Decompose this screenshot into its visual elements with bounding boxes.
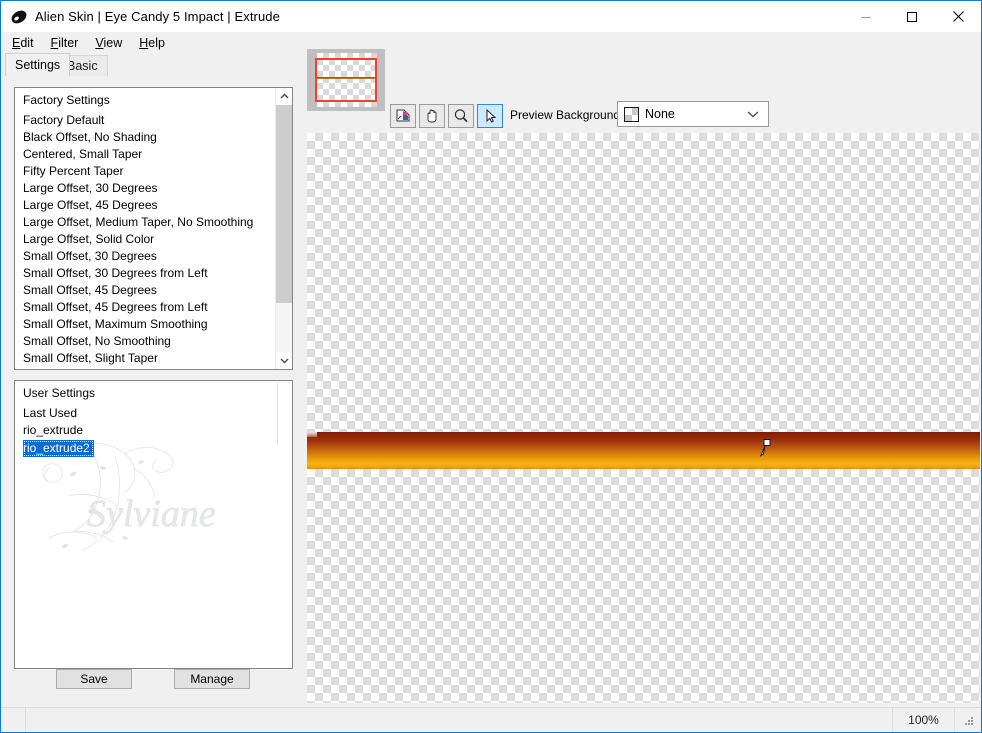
status-zoom-level: 100% [893, 707, 955, 732]
list-item-selected[interactable]: rio_extrude2 [23, 440, 94, 457]
navigator-thumbnail[interactable] [307, 49, 385, 111]
list-item[interactable]: Small Offset, 45 Degrees from Left [15, 299, 275, 316]
scrollbar-thumb[interactable] [276, 105, 292, 303]
list-item[interactable]: Small Offset, No Smoothing [15, 333, 275, 350]
plugin-dialog-window: Alien Skin | Eye Candy 5 Impact | Extrud… [0, 0, 982, 733]
menu-item-help[interactable]: Help [135, 34, 174, 52]
preview-background-label: Preview Background: [510, 108, 624, 122]
preview-canvas[interactable] [307, 133, 980, 703]
menu-item-edit[interactable]: Edit [8, 34, 43, 52]
extruded-bar-image [307, 432, 980, 469]
list-item[interactable]: Small Offset, 30 Degrees [15, 248, 275, 265]
list-item[interactable]: Large Offset, 30 Degrees [15, 180, 275, 197]
window-title: Alien Skin | Eye Candy 5 Impact | Extrud… [35, 9, 280, 24]
tab-settings[interactable]: Settings [5, 53, 71, 76]
list-item[interactable]: Large Offset, 45 Degrees [15, 197, 275, 214]
settings-panel: Factory Settings Factory Default Black O… [1, 75, 305, 709]
eyedropper-cursor-icon [759, 439, 775, 457]
list-item[interactable]: Small Offset, Slight Taper [15, 350, 275, 367]
menu-item-view[interactable]: View [91, 34, 131, 52]
status-left-pane [1, 707, 26, 732]
status-message [26, 707, 893, 732]
list-item[interactable]: Small Offset, 45 Degrees [15, 282, 275, 299]
preview-background-value: None [645, 107, 675, 121]
list-item[interactable]: Small Offset, 30 Degrees from Left [15, 265, 275, 282]
user-settings-header: User Settings [23, 386, 96, 400]
chevron-down-icon[interactable] [276, 352, 292, 369]
window-controls [843, 1, 981, 32]
watermark-text: Sylviane [87, 493, 216, 535]
chevron-down-icon[interactable] [747, 110, 759, 118]
preview-background-select[interactable]: None [617, 101, 769, 127]
maximize-icon[interactable] [889, 1, 935, 32]
close-icon[interactable] [935, 1, 981, 32]
list-item[interactable]: Last Used [15, 405, 292, 422]
preview-panel: Preview Background: None [305, 41, 981, 709]
list-item[interactable]: Large Offset, Solid Color [15, 231, 275, 248]
factory-settings-header: Factory Settings [23, 93, 110, 107]
factory-settings-list[interactable]: Factory Settings Factory Default Black O… [14, 87, 293, 370]
alien-skin-logo-icon [10, 8, 28, 26]
list-item[interactable]: Large Offset, Medium Taper, No Smoothing [15, 214, 275, 231]
user-settings-list[interactable]: Sylviane User Settings Last Used rio_ext… [14, 380, 293, 669]
hand-pan-icon[interactable] [419, 104, 445, 128]
color-picker-icon[interactable] [390, 104, 416, 128]
minimize-icon[interactable] [843, 1, 889, 32]
list-item[interactable]: Small Offset, Maximum Smoothing [15, 316, 275, 333]
list-item[interactable]: rio_extrude [15, 422, 292, 439]
list-item[interactable]: Black Offset, No Shading [15, 129, 275, 146]
checker-swatch-icon [624, 106, 639, 122]
bar-bevel-highlight [307, 432, 317, 437]
arrow-pointer-icon[interactable] [477, 104, 503, 128]
preview-toolbar [390, 104, 506, 128]
resize-grip-icon[interactable] [955, 708, 981, 733]
list-item[interactable]: Centered, Small Taper [15, 146, 275, 163]
chevron-up-icon[interactable] [276, 88, 292, 105]
title-bar[interactable]: Alien Skin | Eye Candy 5 Impact | Extrud… [1, 1, 981, 32]
manage-button[interactable]: Manage [174, 669, 250, 689]
list-item[interactable]: Factory Default [15, 112, 275, 129]
save-button[interactable]: Save [56, 669, 132, 689]
menu-item-filter[interactable]: Filter [47, 34, 88, 52]
zoom-magnifier-icon[interactable] [448, 104, 474, 128]
navigator-viewport-rect[interactable] [315, 58, 377, 102]
status-bar: 100% [1, 707, 981, 732]
factory-list-scrollbar[interactable] [275, 88, 292, 369]
list-item[interactable]: Fifty Percent Taper [15, 163, 275, 180]
